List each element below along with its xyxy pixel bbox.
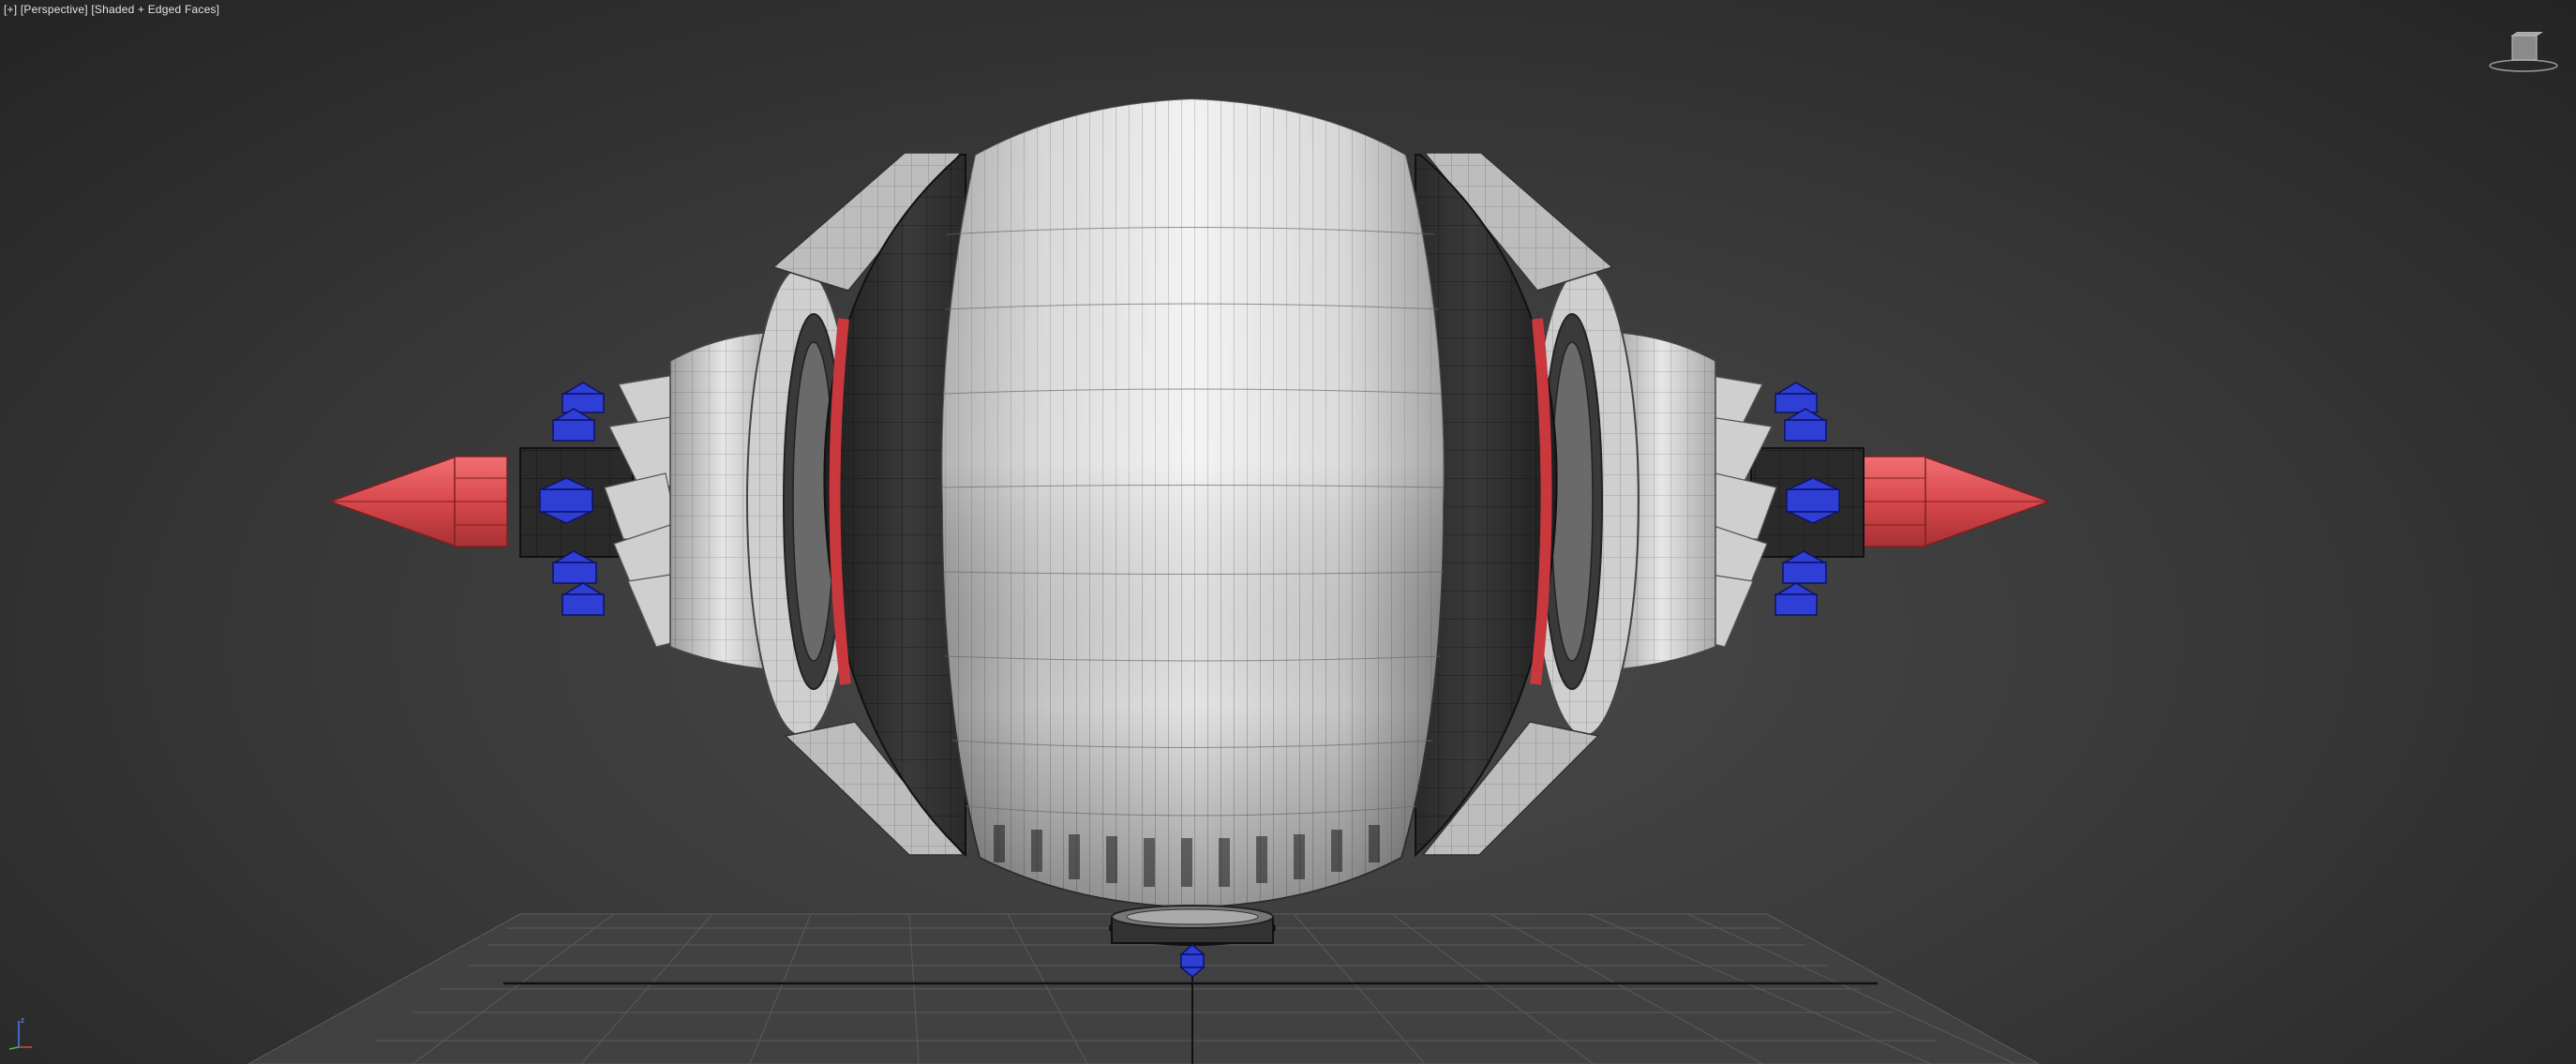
- left-spike[interactable]: [327, 455, 508, 548]
- helper-gizmo-icon: [1775, 382, 1818, 413]
- right-spike[interactable]: [1861, 455, 2052, 548]
- axis-tripod-icon: z: [8, 1016, 32, 1050]
- perspective-viewport[interactable]: [+] [Perspective] [Shaded + Edged Faces]…: [0, 0, 2576, 1064]
- viewport-label: [+] [Perspective] [Shaded + Edged Faces]: [4, 3, 219, 16]
- helper-gizmo-icon: [1784, 408, 1827, 442]
- viewport-menu-button[interactable]: [+]: [4, 3, 17, 16]
- ribbed-barrel[interactable]: [940, 97, 1445, 909]
- shading-mode-button[interactable]: [Shaded + Edged Faces]: [91, 3, 219, 16]
- helper-gizmo-icon: [1775, 582, 1818, 616]
- view-type-button[interactable]: [Perspective]: [21, 3, 88, 16]
- helper-gizmo-icon: [562, 382, 605, 413]
- helper-gizmo-icon: [552, 408, 595, 442]
- base-pedestal[interactable]: [1109, 905, 1276, 946]
- viewcube-icon[interactable]: [2488, 32, 2559, 73]
- helper-gizmo-icon: [562, 582, 605, 616]
- axis-z-label: z: [21, 1016, 24, 1025]
- scene-canvas[interactable]: [0, 0, 2576, 1064]
